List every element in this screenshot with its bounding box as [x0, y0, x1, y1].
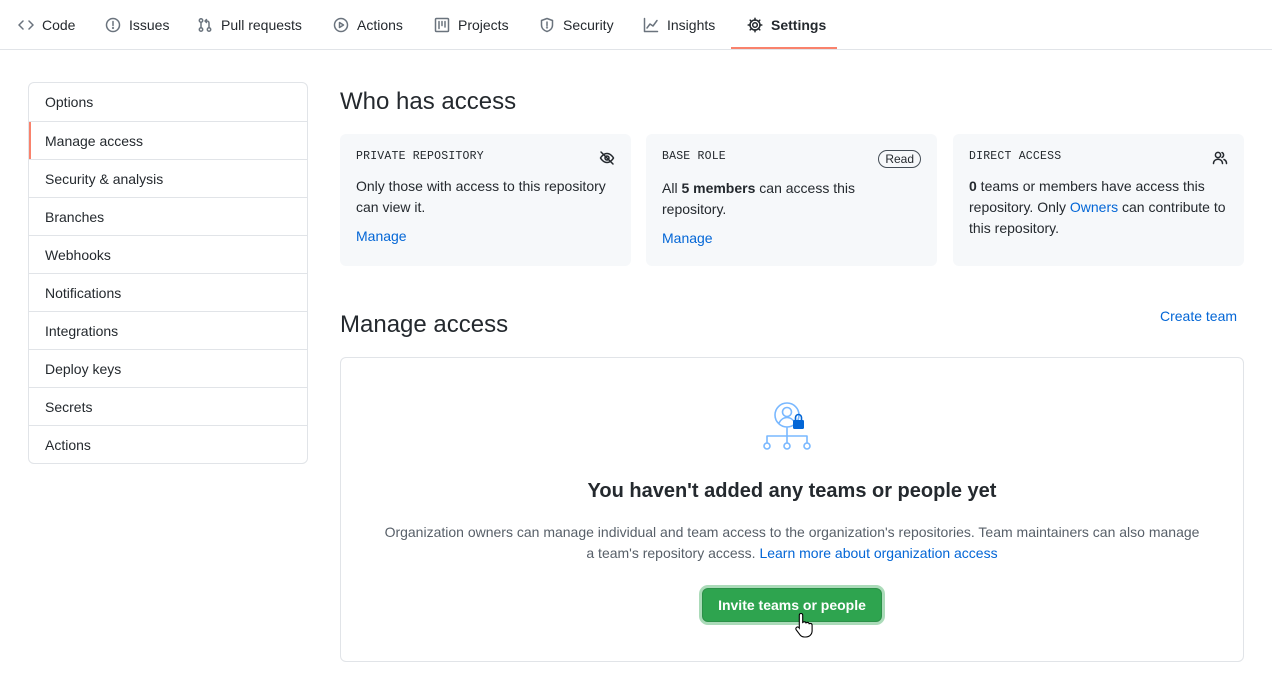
tab-code[interactable]: Code: [18, 0, 75, 50]
blankslate-description: Organization owners can manage individua…: [384, 524, 1200, 561]
pull-request-icon: [198, 18, 212, 32]
people-icon: [1212, 151, 1228, 165]
gear-icon: [747, 17, 763, 33]
play-icon: [333, 17, 349, 33]
tab-projects[interactable]: Projects: [434, 0, 509, 50]
project-icon: [434, 17, 450, 33]
tab-insights[interactable]: Insights: [643, 0, 715, 50]
card-heading: DIRECT ACCESS: [969, 150, 1062, 163]
team-lock-icon: [763, 402, 811, 450]
hand-pointer-cursor-icon: [795, 612, 813, 638]
sidebar-item-branches[interactable]: Branches: [29, 197, 307, 235]
graph-icon: [643, 17, 659, 33]
issue-icon: [105, 17, 121, 33]
sidebar-item-integrations[interactable]: Integrations: [29, 311, 307, 349]
sidebar-item-manage-access[interactable]: Manage access: [29, 121, 307, 159]
invite-teams-or-people-button[interactable]: Invite teams or people: [702, 588, 882, 622]
manage-visibility-link[interactable]: Manage: [356, 228, 407, 244]
sidebar-item-actions[interactable]: Actions: [29, 425, 307, 463]
sidebar-item-webhooks[interactable]: Webhooks: [29, 235, 307, 273]
tab-pull-requests[interactable]: Pull requests: [197, 0, 302, 50]
create-team-link[interactable]: Create team: [1160, 308, 1237, 324]
owners-link[interactable]: Owners: [1070, 199, 1118, 215]
card-heading: PRIVATE REPOSITORY: [356, 150, 484, 163]
card-text: All 5 members can access this repository…: [662, 180, 855, 217]
learn-more-link[interactable]: Learn more about organization access: [759, 545, 997, 561]
manage-base-role-link[interactable]: Manage: [662, 230, 713, 246]
code-icon: [18, 20, 34, 30]
tab-actions[interactable]: Actions: [333, 0, 403, 50]
tab-issues[interactable]: Issues: [105, 0, 169, 50]
sidebar-item-options[interactable]: Options: [29, 83, 307, 121]
base-role-card: BASE ROLE Read All 5 members can access …: [646, 134, 937, 266]
sidebar-item-notifications[interactable]: Notifications: [29, 273, 307, 311]
direct-access-card: DIRECT ACCESS 0 teams or members have ac…: [953, 134, 1244, 266]
role-badge: Read: [878, 150, 921, 168]
repo-nav: Code Issues Pull requests Actions Projec…: [0, 0, 1272, 50]
blankslate-title: You haven't added any teams or people ye…: [587, 480, 997, 502]
card-text: Only those with access to this repositor…: [356, 178, 606, 215]
private-repository-card: PRIVATE REPOSITORY Only those with acces…: [340, 134, 631, 266]
card-text: 0 teams or members have access this repo…: [969, 178, 1226, 236]
selected-tab-indicator: [731, 47, 837, 49]
manage-access-blankslate: You haven't added any teams or people ye…: [340, 357, 1244, 662]
sidebar-item-security-analysis[interactable]: Security & analysis: [29, 159, 307, 197]
settings-sidebar: Options Manage access Security & analysi…: [28, 82, 308, 464]
sidebar-item-deploy-keys[interactable]: Deploy keys: [29, 349, 307, 387]
eye-closed-icon: [599, 151, 615, 165]
manage-access-heading: Manage access: [340, 311, 509, 338]
shield-icon: [540, 17, 554, 33]
sidebar-item-secrets[interactable]: Secrets: [29, 387, 307, 425]
tab-security[interactable]: Security: [539, 0, 614, 50]
tab-settings[interactable]: Settings: [747, 0, 826, 50]
who-has-access-heading: Who has access: [340, 88, 517, 115]
